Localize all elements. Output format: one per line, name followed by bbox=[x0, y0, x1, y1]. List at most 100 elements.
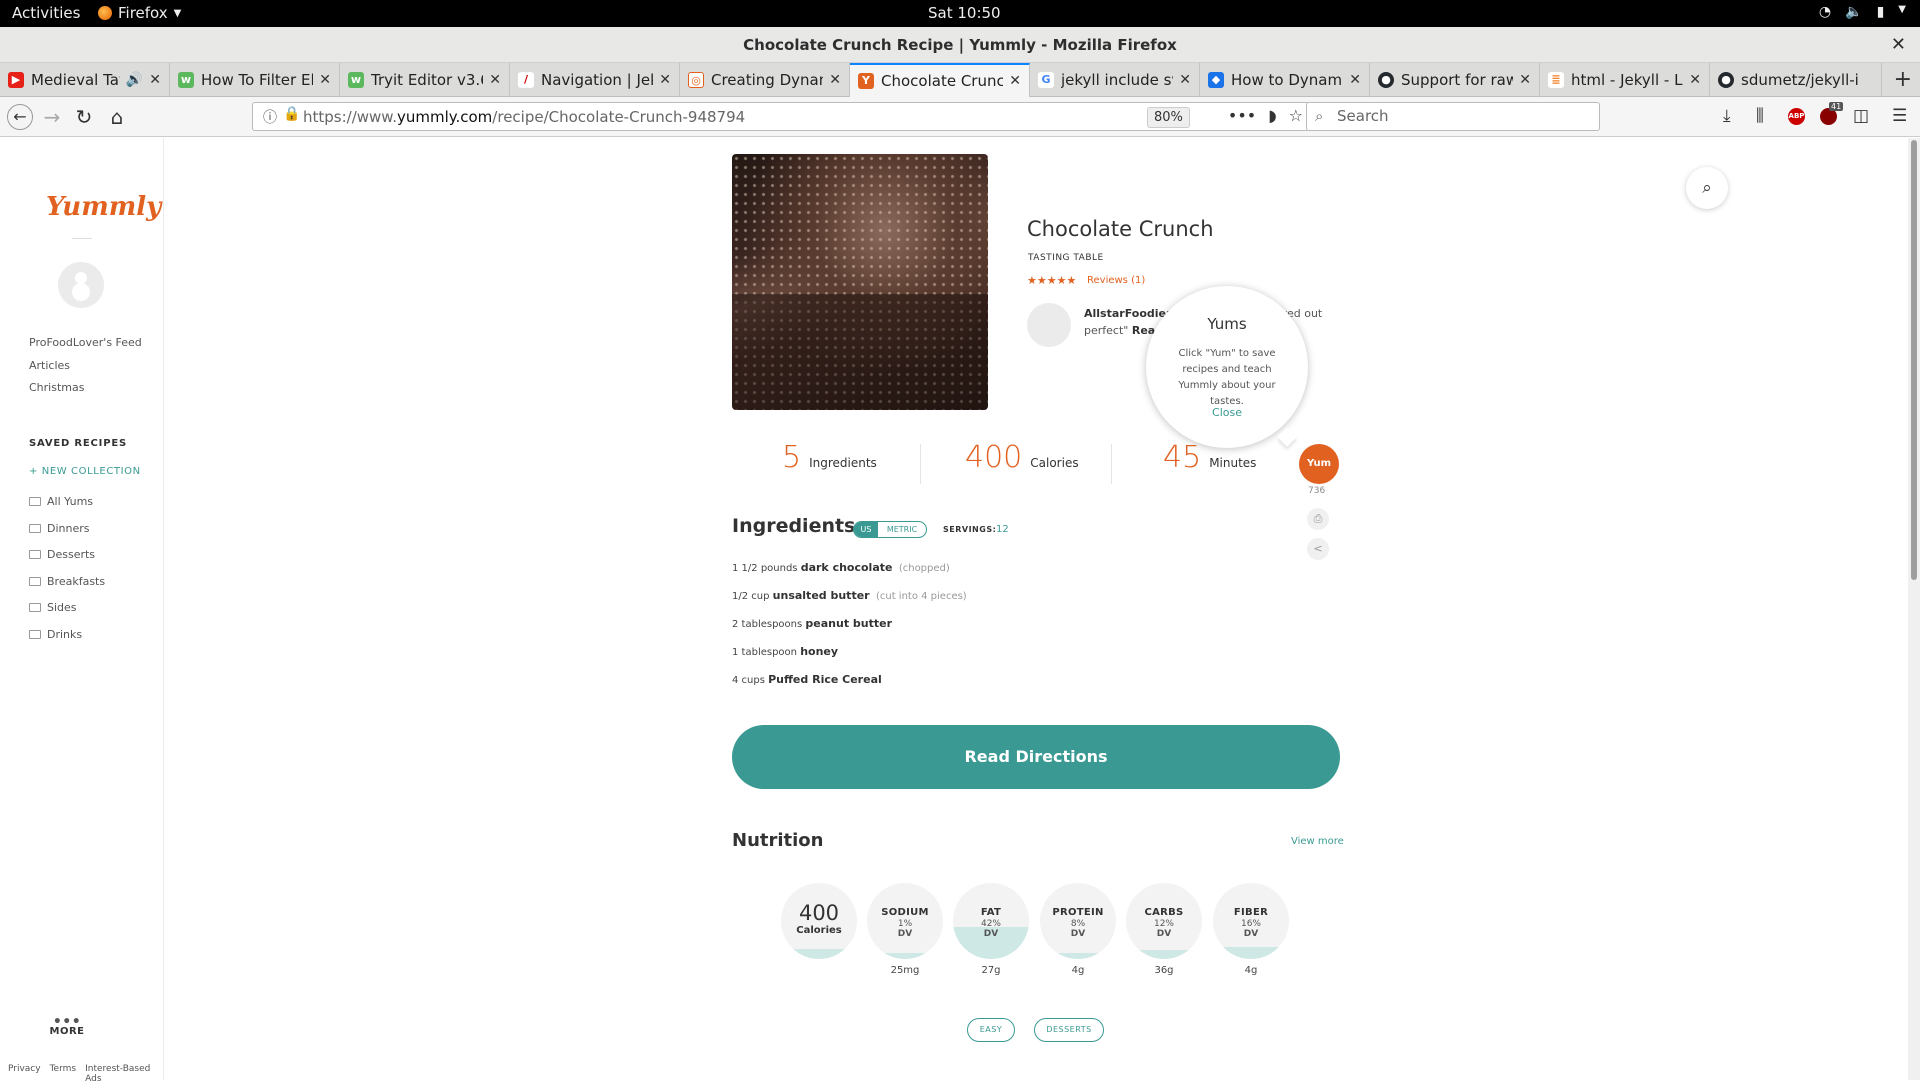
tab-tryit[interactable]: w Tryit Editor v3.6 ✕ bbox=[340, 63, 510, 97]
close-icon[interactable]: ✕ bbox=[489, 72, 501, 88]
tab-medieval[interactable]: ▶ Medieval Tave 🔊 ✕ bbox=[0, 63, 170, 97]
recipe-source[interactable]: TASTING TABLE bbox=[1028, 253, 1104, 263]
stat-value: 400 bbox=[965, 440, 1023, 475]
read-directions-button[interactable]: Read Directions bbox=[732, 725, 1340, 789]
search-bar[interactable]: ⌕ Search bbox=[1306, 102, 1600, 131]
recipe-image[interactable] bbox=[732, 154, 988, 410]
tab-chocolate-crunch[interactable]: Y Chocolate Crunc ✕ bbox=[850, 63, 1030, 97]
forward-button[interactable]: → bbox=[39, 104, 65, 130]
footer-links: Privacy Terms Interest-Based Ads bbox=[8, 1064, 163, 1084]
close-icon[interactable]: ✕ bbox=[1519, 72, 1531, 88]
servings-value[interactable]: 12 bbox=[996, 524, 1009, 535]
nutrition-fiber: FIBER 16% DV bbox=[1213, 883, 1289, 959]
downloads-icon[interactable]: ⤓ bbox=[1723, 106, 1731, 126]
tab-html-jekyll[interactable]: ≣ html - Jekyll - Lo ✕ bbox=[1540, 63, 1710, 97]
site-sidebar: Yummly ProFoodLover's Feed Articles Chri… bbox=[0, 138, 164, 1084]
unit-us[interactable]: US bbox=[854, 522, 878, 537]
page-scrollbar[interactable] bbox=[1908, 138, 1920, 1080]
bookmark-star-icon[interactable]: ☆ bbox=[1289, 106, 1303, 125]
close-icon[interactable]: ✕ bbox=[659, 72, 671, 88]
collection-dinners[interactable]: Dinners bbox=[29, 522, 90, 535]
site-search-button[interactable]: ⌕ bbox=[1686, 167, 1728, 209]
stat-value: 45 bbox=[1163, 440, 1202, 475]
collection-desserts[interactable]: Desserts bbox=[29, 548, 95, 561]
privacy-link[interactable]: Privacy bbox=[8, 1064, 41, 1084]
close-icon[interactable]: ✕ bbox=[829, 72, 841, 88]
reviews-link[interactable]: Reviews (1) bbox=[1087, 275, 1145, 286]
info-icon[interactable]: ⓘ bbox=[263, 107, 277, 127]
app-menu[interactable]: Firefox ▼ bbox=[98, 4, 181, 22]
library-icon[interactable]: ⫼ bbox=[1756, 106, 1764, 126]
sidebar-link-feed[interactable]: ProFoodLover's Feed bbox=[29, 336, 142, 349]
share-icon[interactable]: < bbox=[1307, 538, 1329, 560]
nutrient-label: CARBS bbox=[1144, 907, 1184, 918]
site-icon: ◆ bbox=[1208, 72, 1224, 88]
new-collection-button[interactable]: + NEW COLLECTION bbox=[29, 466, 141, 477]
navigation-toolbar: ← → ↻ ⌂ ⓘ 🔒 https://www.yummly.com/recip… bbox=[0, 97, 1920, 137]
nutrient-label: PROTEIN bbox=[1052, 907, 1104, 918]
stackoverflow-icon: ≣ bbox=[1548, 72, 1564, 88]
tab-label: Chocolate Crunc bbox=[881, 72, 1004, 90]
user-avatar[interactable] bbox=[58, 262, 104, 308]
reload-button[interactable]: ↻ bbox=[71, 104, 97, 130]
clock[interactable]: Sat 10:50 bbox=[928, 4, 1001, 22]
tab-filter[interactable]: w How To Filter El ✕ bbox=[170, 63, 340, 97]
scrollbar-thumb[interactable] bbox=[1911, 140, 1917, 580]
tag-desserts[interactable]: DESSERTS bbox=[1034, 1018, 1104, 1042]
close-icon[interactable]: ✕ bbox=[1179, 72, 1191, 88]
ingredient-item: 1 1/2 pounds dark chocolate (chopped) bbox=[732, 561, 950, 574]
page-actions-icon[interactable]: ••• bbox=[1228, 106, 1256, 125]
ingredient-item: 2 tablespoons peanut butter bbox=[732, 617, 893, 630]
system-tray[interactable]: ◔ 🔈 ▮ ▼ bbox=[1819, 4, 1906, 20]
new-tab-button[interactable]: + bbox=[1894, 67, 1912, 92]
tab-label: Navigation | Jeky bbox=[541, 71, 653, 89]
terms-link[interactable]: Terms bbox=[50, 1064, 77, 1084]
unit-metric[interactable]: METRIC bbox=[878, 522, 926, 537]
activities-button[interactable]: Activities bbox=[12, 4, 80, 22]
nutrient-dv: DV bbox=[1070, 929, 1086, 939]
home-button[interactable]: ⌂ bbox=[104, 104, 130, 130]
more-button[interactable]: ••• MORE bbox=[50, 1015, 85, 1037]
nutrient-amount: 25mg bbox=[890, 965, 920, 976]
close-icon[interactable]: ✕ bbox=[149, 72, 161, 88]
lock-icon[interactable]: 🔒 bbox=[283, 106, 300, 122]
audio-icon[interactable]: 🔊 bbox=[126, 72, 143, 88]
tab-support-raw[interactable]: ● Support for raw ✕ bbox=[1370, 63, 1540, 97]
back-button[interactable]: ← bbox=[7, 104, 33, 130]
window-close-icon[interactable]: ✕ bbox=[1891, 27, 1906, 63]
close-icon[interactable]: ✕ bbox=[1009, 73, 1021, 89]
folder-icon bbox=[29, 497, 41, 506]
tab-navigation-jekyll[interactable]: / Navigation | Jeky ✕ bbox=[510, 63, 680, 97]
print-icon[interactable]: ⎙ bbox=[1307, 508, 1329, 530]
tab-creating-dynamic[interactable]: ◎ Creating Dynam ✕ bbox=[680, 63, 850, 97]
collection-drinks[interactable]: Drinks bbox=[29, 628, 82, 641]
tab-jekyll-include-svg[interactable]: G jekyll include svg ✕ bbox=[1030, 63, 1200, 97]
close-icon[interactable]: ✕ bbox=[1349, 72, 1361, 88]
yummly-logo[interactable]: Yummly bbox=[46, 192, 161, 222]
yum-button[interactable]: Yum bbox=[1299, 444, 1339, 484]
url-bar[interactable]: ⓘ 🔒 https://www.yummly.com/recipe/Chocol… bbox=[252, 102, 1310, 131]
nutrition-fat: FAT 42% DV bbox=[953, 883, 1029, 959]
popover-close-link[interactable]: Close bbox=[1146, 406, 1308, 419]
tag-easy[interactable]: EASY bbox=[967, 1018, 1015, 1042]
url-text[interactable]: https://www.yummly.com/recipe/Chocolate-… bbox=[303, 108, 745, 126]
w3schools-icon: w bbox=[348, 72, 364, 88]
close-icon[interactable]: ✕ bbox=[319, 72, 331, 88]
sidebar-link-christmas[interactable]: Christmas bbox=[29, 381, 84, 394]
unit-toggle[interactable]: US METRIC bbox=[853, 521, 927, 538]
collection-all-yums[interactable]: All Yums bbox=[29, 495, 93, 508]
pocket-icon[interactable]: ◗ bbox=[1268, 106, 1276, 125]
sidebar-link-articles[interactable]: Articles bbox=[29, 359, 70, 372]
adblock-icon[interactable]: ABP bbox=[1788, 108, 1805, 125]
sidebar-toggle-icon[interactable]: ◫ bbox=[1853, 106, 1869, 126]
hamburger-menu-icon[interactable]: ☰ bbox=[1892, 106, 1907, 126]
tab-sdumetz[interactable]: ● sdumetz/jekyll-i bbox=[1710, 63, 1882, 97]
tab-how-to-dynamic[interactable]: ◆ How to Dynamic ✕ bbox=[1200, 63, 1370, 97]
collection-breakfasts[interactable]: Breakfasts bbox=[29, 575, 105, 588]
ads-link[interactable]: Interest-Based Ads bbox=[85, 1064, 163, 1084]
google-icon: G bbox=[1038, 72, 1054, 88]
zoom-indicator[interactable]: 80% bbox=[1147, 107, 1190, 128]
close-icon[interactable]: ✕ bbox=[1689, 72, 1701, 88]
view-more-link[interactable]: View more bbox=[1291, 836, 1344, 847]
collection-sides[interactable]: Sides bbox=[29, 601, 77, 614]
